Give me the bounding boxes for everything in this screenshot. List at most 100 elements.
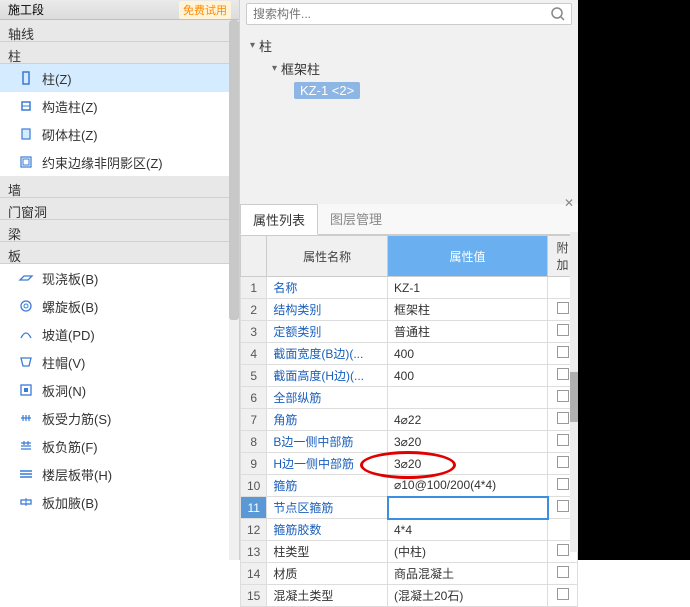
chevron-down-icon: ▾ <box>272 63 277 74</box>
tab-properties[interactable]: 属性列表 <box>240 204 318 235</box>
chevron-down-icon: ▾ <box>250 40 255 51</box>
table-row[interactable]: 13柱类型(中柱) <box>241 541 578 563</box>
checkbox-icon[interactable] <box>557 412 569 424</box>
prop-name-cell: 结构类别 <box>267 299 388 321</box>
prop-name-cell: H边一侧中部筋 <box>267 453 388 475</box>
free-trial-badge[interactable]: 免费试用 <box>179 1 231 19</box>
sidebar-item-slab[interactable]: 板洞(N) <box>0 376 239 404</box>
table-row[interactable]: 11节点区箍筋 <box>241 497 578 519</box>
category-slab[interactable]: 板 <box>0 242 239 264</box>
sidebar-item-label: 螺旋板(B) <box>42 297 98 316</box>
sidebar-item-slab[interactable]: 楼层板带(H) <box>0 460 239 488</box>
checkbox-icon[interactable] <box>557 478 569 490</box>
prop-value-cell[interactable]: 4*4 <box>388 519 548 541</box>
table-row[interactable]: 14材质商品混凝土 <box>241 563 578 585</box>
sidebar-item-label: 柱(Z) <box>42 69 72 88</box>
category-wall[interactable]: 墙 <box>0 176 239 198</box>
prop-value-cell[interactable] <box>388 497 548 519</box>
prop-value-cell[interactable]: 3⌀20 <box>388 431 548 453</box>
sidebar-item-slab[interactable]: 柱帽(V) <box>0 348 239 376</box>
sidebar-item-column[interactable]: 约束边缘非阴影区(Z) <box>0 148 239 176</box>
table-row[interactable]: 6全部纵筋 <box>241 387 578 409</box>
prop-value-cell[interactable]: 4⌀22 <box>388 409 548 431</box>
category-axis[interactable]: 轴线 <box>0 20 239 42</box>
rownum-cell: 9 <box>241 453 267 475</box>
table-row[interactable]: 4截面宽度(B边)(...400 <box>241 343 578 365</box>
search-icon[interactable] <box>550 6 566 25</box>
checkbox-icon[interactable] <box>557 368 569 380</box>
prop-value-cell[interactable]: KZ-1 <box>388 277 548 299</box>
table-row[interactable]: 10箍筋⌀10@100/200(4*4) <box>241 475 578 497</box>
search-input[interactable] <box>246 3 572 25</box>
value-input[interactable] <box>389 498 547 518</box>
left-scrollbar[interactable] <box>229 20 239 560</box>
scrollbar-thumb[interactable] <box>570 372 578 422</box>
prop-value-cell[interactable]: (中柱) <box>388 541 548 563</box>
sidebar-item-column[interactable]: 构造柱(Z) <box>0 92 239 120</box>
rownum-cell: 15 <box>241 585 267 607</box>
rownum-cell: 8 <box>241 431 267 453</box>
prop-value-cell[interactable]: 普通柱 <box>388 321 548 343</box>
sidebar-item-label: 柱帽(V) <box>42 353 85 372</box>
category-beam[interactable]: 梁 <box>0 220 239 242</box>
table-row[interactable]: 3定额类别普通柱 <box>241 321 578 343</box>
slab-type-icon <box>18 326 34 342</box>
sidebar-item-slab[interactable]: 现浇板(B) <box>0 264 239 292</box>
table-row[interactable]: 5截面高度(H边)(...400 <box>241 365 578 387</box>
table-row[interactable]: 12箍筋胶数4*4 <box>241 519 578 541</box>
prop-name-cell: 角筋 <box>267 409 388 431</box>
sidebar-item-column[interactable]: 柱(Z) <box>0 64 239 92</box>
checkbox-icon[interactable] <box>557 324 569 336</box>
close-icon[interactable]: ✕ <box>564 196 574 210</box>
checkbox-icon[interactable] <box>557 302 569 314</box>
prop-value-cell[interactable]: (混凝土20石) <box>388 585 548 607</box>
propvalue-head[interactable]: 属性值 <box>388 236 548 277</box>
property-table: 属性名称 属性值 附加 1名称KZ-12结构类别框架柱3定额类别普通柱4截面宽度… <box>240 235 578 607</box>
prop-value-cell[interactable]: 商品混凝土 <box>388 563 548 585</box>
table-row[interactable]: 8B边一侧中部筋3⌀20 <box>241 431 578 453</box>
tab-layers[interactable]: 图层管理 <box>318 204 394 234</box>
prop-value-cell[interactable]: 3⌀20 <box>388 453 548 475</box>
sidebar-item-slab[interactable]: 板加腋(B) <box>0 488 239 516</box>
sidebar-item-slab[interactable]: 坡道(PD) <box>0 320 239 348</box>
checkbox-icon[interactable] <box>557 434 569 446</box>
scrollbar-thumb[interactable] <box>229 20 239 320</box>
rownum-cell: 12 <box>241 519 267 541</box>
prop-name-cell: 柱类型 <box>267 541 388 563</box>
table-row[interactable]: 2结构类别框架柱 <box>241 299 578 321</box>
tree-root-label: 柱 <box>259 36 272 55</box>
extra-checkbox-cell[interactable] <box>548 585 578 607</box>
prop-value-cell[interactable]: 框架柱 <box>388 299 548 321</box>
prop-value-cell[interactable]: ⌀10@100/200(4*4) <box>388 475 548 497</box>
category-column[interactable]: 柱 <box>0 42 239 64</box>
prop-value-cell[interactable]: 400 <box>388 343 548 365</box>
sidebar-item-slab[interactable]: 板受力筋(S) <box>0 404 239 432</box>
sidebar-item-slab[interactable]: 螺旋板(B) <box>0 292 239 320</box>
checkbox-icon[interactable] <box>557 390 569 402</box>
checkbox-icon[interactable] <box>557 456 569 468</box>
rownum-cell: 10 <box>241 475 267 497</box>
column-type-icon <box>18 70 34 86</box>
right-scrollbar[interactable] <box>570 232 578 552</box>
checkbox-icon[interactable] <box>557 346 569 358</box>
construction-label: 施工段 <box>8 1 44 18</box>
tree-node-root[interactable]: ▾ 柱 <box>250 34 568 57</box>
checkbox-icon[interactable] <box>557 566 569 578</box>
tree-node-sub[interactable]: ▾ 框架柱 <box>250 57 568 80</box>
table-row[interactable]: 7角筋4⌀22 <box>241 409 578 431</box>
prop-value-cell[interactable]: 400 <box>388 365 548 387</box>
table-row[interactable]: 9H边一侧中部筋3⌀20 <box>241 453 578 475</box>
prop-value-cell[interactable] <box>388 387 548 409</box>
checkbox-icon[interactable] <box>557 500 569 512</box>
column-type-icon <box>18 98 34 114</box>
sidebar-item-slab[interactable]: 板负筋(F) <box>0 432 239 460</box>
category-opening[interactable]: 门窗洞 <box>0 198 239 220</box>
checkbox-icon[interactable] <box>557 588 569 600</box>
tree-node-leaf[interactable]: KZ-1 <2> <box>250 80 568 101</box>
table-row[interactable]: 15混凝土类型(混凝土20石) <box>241 585 578 607</box>
table-row[interactable]: 1名称KZ-1 <box>241 277 578 299</box>
sidebar-item-column[interactable]: 砌体柱(Z) <box>0 120 239 148</box>
checkbox-icon[interactable] <box>557 544 569 556</box>
extra-checkbox-cell[interactable] <box>548 563 578 585</box>
prop-name-cell: 名称 <box>267 277 388 299</box>
